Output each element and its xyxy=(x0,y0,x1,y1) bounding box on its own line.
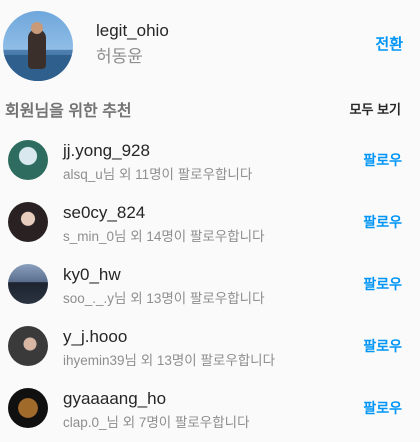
suggestion-item: ky0_hw soo_._.y님 외 13명이 팔로우합니다 팔로우 xyxy=(0,252,420,314)
suggestion-item: se0cy_824 s_min_0님 외 14명이 팔로우합니다 팔로우 xyxy=(0,190,420,252)
follow-button[interactable]: 팔로우 xyxy=(363,212,402,232)
suggestion-avatar[interactable] xyxy=(8,140,48,180)
avatar-photo-head xyxy=(31,22,43,34)
follow-button[interactable]: 팔로우 xyxy=(363,274,402,294)
follow-button[interactable]: 팔로우 xyxy=(363,398,402,418)
suggestion-username[interactable]: gyaaaang_ho xyxy=(63,389,166,409)
see-all-button[interactable]: 모두 보기 xyxy=(350,99,401,118)
suggestion-avatar[interactable] xyxy=(8,264,48,304)
switch-account-button[interactable]: 전환 xyxy=(375,33,403,54)
suggestion-username[interactable]: jj.yong_928 xyxy=(63,141,150,161)
profile-realname: 허동윤 xyxy=(96,47,143,66)
suggestion-avatar[interactable] xyxy=(8,388,48,428)
suggestion-subtitle: ihyemin39님 외 13명이 팔로우합니다 xyxy=(63,353,276,368)
suggestions-list: jj.yong_928 alsq_u님 외 11명이 팔로우합니다 팔로우 se… xyxy=(0,128,420,438)
suggestion-item: jj.yong_928 alsq_u님 외 11명이 팔로우합니다 팔로우 xyxy=(0,128,420,190)
suggestions-panel: legit_ohio 허동윤 전환 회원님을 위한 추천 모두 보기 jj.yo… xyxy=(0,0,420,442)
suggestion-subtitle: soo_._.y님 외 13명이 팔로우합니다 xyxy=(63,291,265,306)
suggestion-item: gyaaaang_ho clap.0_님 외 7명이 팔로우합니다 팔로우 xyxy=(0,376,420,438)
follow-button[interactable]: 팔로우 xyxy=(363,336,402,356)
profile-avatar[interactable] xyxy=(3,11,73,81)
suggestion-subtitle: alsq_u님 외 11명이 팔로우합니다 xyxy=(63,167,253,182)
suggestion-subtitle: clap.0_님 외 7명이 팔로우합니다 xyxy=(63,415,250,430)
current-profile: legit_ohio 허동윤 전환 xyxy=(0,0,420,88)
profile-username[interactable]: legit_ohio xyxy=(96,21,169,41)
suggestion-subtitle: s_min_0님 외 14명이 팔로우합니다 xyxy=(63,229,265,244)
suggestion-username[interactable]: se0cy_824 xyxy=(63,203,145,223)
suggestion-avatar[interactable] xyxy=(8,326,48,366)
suggestion-avatar[interactable] xyxy=(8,202,48,242)
avatar-photo-person xyxy=(28,29,46,69)
suggestion-username[interactable]: y_j.hooo xyxy=(63,327,127,347)
suggestion-item: y_j.hooo ihyemin39님 외 13명이 팔로우합니다 팔로우 xyxy=(0,314,420,376)
suggestions-title: 회원님을 위한 추천 xyxy=(5,103,132,120)
suggestion-username[interactable]: ky0_hw xyxy=(63,265,121,285)
follow-button[interactable]: 팔로우 xyxy=(363,150,402,170)
